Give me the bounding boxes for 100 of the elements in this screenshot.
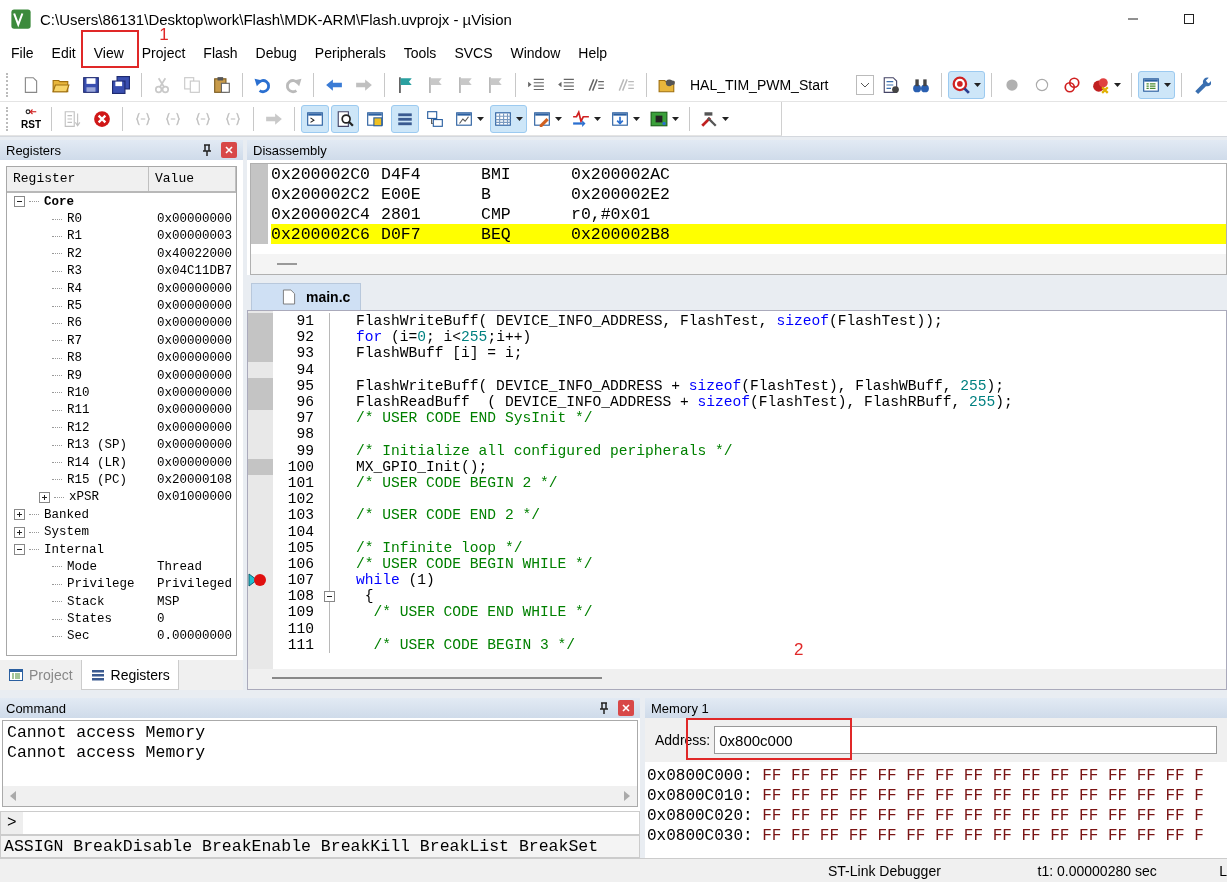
line-number: 92 xyxy=(295,329,315,346)
menu-item[interactable]: View xyxy=(84,38,133,68)
operand-cell-text: 0x200002E2 xyxy=(571,184,672,204)
register-name: R12 xyxy=(67,420,90,435)
memory-address: 0x0800C020: xyxy=(647,807,753,825)
grid-button[interactable] xyxy=(490,104,527,133)
register-value: 0x20000108 xyxy=(157,472,232,487)
mnemonic-cell-text: B xyxy=(481,184,492,204)
register-name: System xyxy=(44,525,89,540)
register-name: R5 xyxy=(67,299,82,314)
chevron-icon xyxy=(860,81,870,88)
magnifier-icon xyxy=(952,75,970,94)
status-text: ST-Link Debugger xyxy=(828,862,942,879)
code-line: /* USER CODE BEGIN 3 */ xyxy=(372,636,575,653)
stop-icon xyxy=(93,109,111,128)
breakpoint-cross-icon xyxy=(1092,75,1110,94)
code-line: /* USER CODE END SysInit */ xyxy=(355,410,593,427)
menu-item[interactable]: Window xyxy=(501,38,570,68)
save-all-icon xyxy=(112,75,130,94)
scrollbar-thumb[interactable] xyxy=(272,677,602,679)
code-line: FlashWriteBuff( DEVICE_INFO_ADDRESS, FlashTest, sizeof(FlashTest)); xyxy=(355,313,943,330)
scissors-icon xyxy=(153,75,171,94)
expand-icon[interactable] xyxy=(39,491,50,503)
register-value: Thread xyxy=(157,559,202,574)
document-magnifier-icon xyxy=(336,109,354,128)
status-text: t1: 0.00000280 sec xyxy=(1037,862,1158,879)
register-name: xPSR xyxy=(69,490,99,505)
close-button[interactable] xyxy=(221,142,237,158)
window-chart-icon xyxy=(455,109,473,128)
window-pencil-icon xyxy=(533,109,551,128)
code-line: /* USER CODE BEGIN 2 */ xyxy=(355,474,558,491)
windows-icon xyxy=(426,109,444,128)
register-value: Privileged xyxy=(157,577,232,592)
flag-icon xyxy=(486,75,504,94)
column-header[interactable]: Register xyxy=(7,167,149,191)
caret-icon xyxy=(722,116,729,121)
scrollbar-thumb[interactable] xyxy=(277,263,297,265)
output-line: Cannot access Memory xyxy=(7,723,207,743)
caret-icon xyxy=(1114,82,1121,87)
command-window-icon xyxy=(306,109,324,128)
mnemonic-cell-text: BEQ xyxy=(481,224,512,244)
menu-item[interactable]: Tools xyxy=(394,38,446,68)
mnemonic-cell-text: BMI xyxy=(481,164,512,184)
register-name: Banked xyxy=(44,507,89,522)
window-list-icon xyxy=(1142,75,1160,94)
line-number: 108 xyxy=(286,588,315,605)
command-field[interactable]: > xyxy=(0,811,640,835)
paste-icon xyxy=(213,75,231,94)
code-line: /* Infinite loop */ xyxy=(355,539,523,556)
stacked-bars-button[interactable] xyxy=(391,104,419,133)
signal-arrow-icon xyxy=(572,109,590,128)
code-line: MX_GPIO_Init(); xyxy=(355,458,488,475)
address-field[interactable]: 0x800c000 xyxy=(714,726,1218,754)
flag-icon xyxy=(426,75,444,94)
document-magnifier-button[interactable] xyxy=(331,104,359,133)
dropdown-button[interactable] xyxy=(856,74,874,95)
maximize-icon xyxy=(1183,13,1195,25)
close-button[interactable] xyxy=(618,700,634,716)
code-line: for (i=0; i<255;i++) xyxy=(355,329,532,346)
code-line: /* Initialize all configured peripherals */ xyxy=(355,442,733,459)
rings-icon xyxy=(1063,75,1081,94)
file-tab[interactable]: main.c xyxy=(251,283,362,310)
collapse-icon[interactable] xyxy=(324,590,335,602)
panel-tab[interactable]: Registers xyxy=(80,660,179,690)
register-value: 0 xyxy=(157,612,165,627)
menu-item[interactable]: File xyxy=(2,38,43,68)
memory-address: 0x0800C000: xyxy=(647,767,753,785)
line-number: 102 xyxy=(286,491,315,508)
window-list-button[interactable] xyxy=(1138,70,1175,99)
caret-icon xyxy=(633,116,640,121)
menu-item[interactable]: Help xyxy=(569,38,617,68)
register-value: 0x40022000 xyxy=(157,246,232,261)
expand-icon[interactable] xyxy=(14,526,25,538)
command-window-button[interactable] xyxy=(301,104,329,133)
copy-icon xyxy=(183,75,201,94)
circuit-board-icon xyxy=(650,109,668,128)
code-line: /* USER CODE BEGIN WHILE */ xyxy=(355,555,593,572)
expand-icon[interactable] xyxy=(14,509,25,521)
register-name: R8 xyxy=(67,351,82,366)
magnifier-button[interactable] xyxy=(948,70,985,99)
register-name: R9 xyxy=(67,368,82,383)
menu-item[interactable]: Edit xyxy=(42,38,85,68)
menu-item[interactable]: Peripherals xyxy=(305,38,395,68)
operand-cell-text: 0x200002AC xyxy=(571,164,672,184)
register-name: R2 xyxy=(67,246,82,261)
register-name: Internal xyxy=(44,542,104,557)
grid-icon xyxy=(494,109,512,128)
code-line: { xyxy=(363,588,374,605)
flag-icon xyxy=(396,75,414,94)
collapse-icon[interactable] xyxy=(14,196,25,208)
collapse-icon[interactable] xyxy=(14,544,25,555)
column-header[interactable]: Value xyxy=(149,167,236,191)
register-name: R4 xyxy=(67,281,82,296)
code-line: /* USER CODE END 2 */ xyxy=(355,507,540,524)
menu-item[interactable]: Debug xyxy=(246,38,306,68)
memory-bytes: FF FF FF FF FF FF FF FF FF FF FF FF FF FF FF F xyxy=(762,767,1204,785)
line-number: 103 xyxy=(286,507,315,524)
menu-item[interactable]: Flash xyxy=(194,38,247,68)
reset-key-button[interactable]: RST xyxy=(17,103,45,134)
menu-item[interactable]: SVCS xyxy=(445,38,502,68)
